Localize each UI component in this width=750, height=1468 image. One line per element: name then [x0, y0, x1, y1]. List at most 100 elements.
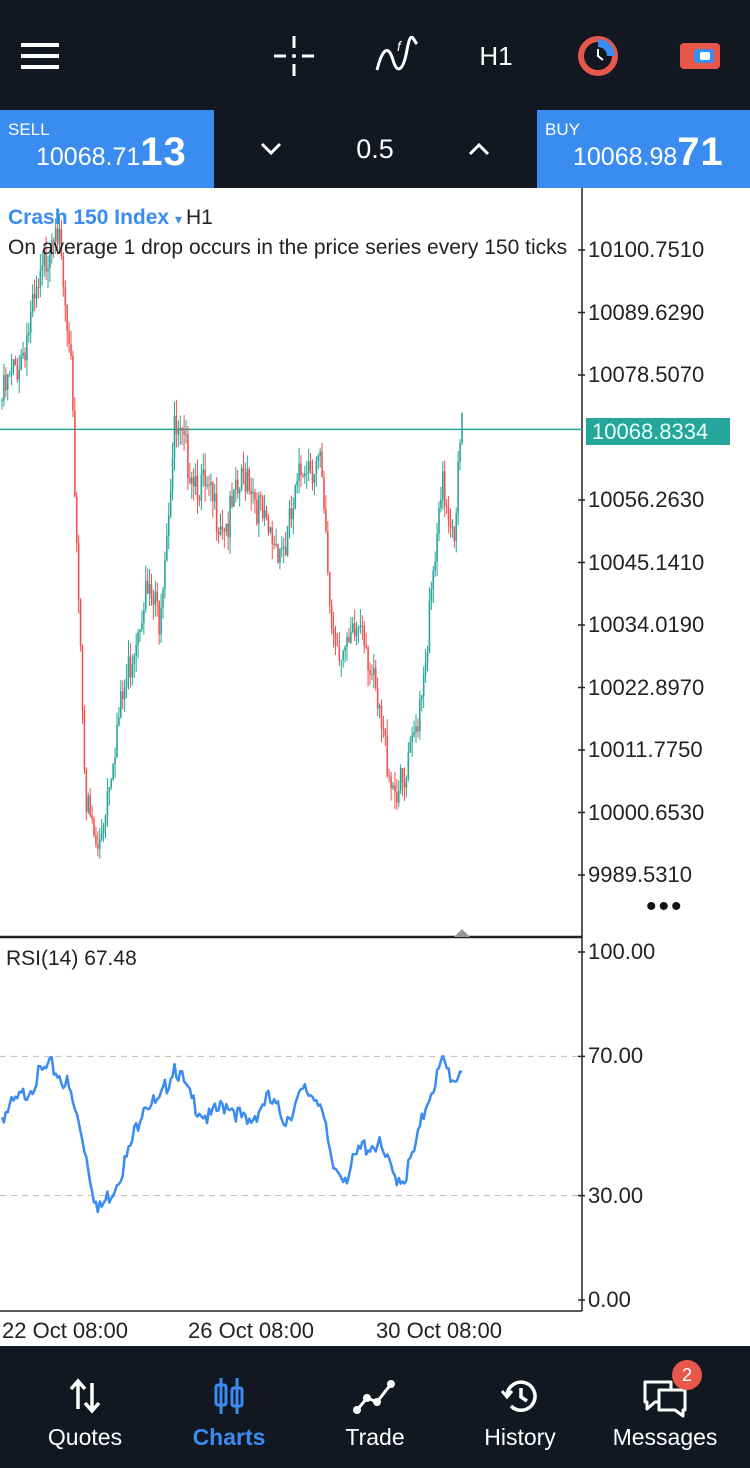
buy-price-main: 10068.98: [573, 143, 678, 171]
candle-body: [85, 769, 88, 812]
candle-body: [212, 482, 214, 502]
candle-body: [317, 456, 320, 461]
symbol-header: Crash 150 Index ▾ H1: [8, 206, 213, 230]
candle-body: [424, 662, 427, 675]
candle-body: [18, 370, 21, 380]
symbol-selector[interactable]: Crash 150 Index ▾: [8, 206, 182, 229]
candle-body: [102, 825, 105, 834]
candle-body: [409, 742, 412, 753]
candle-body: [256, 499, 258, 524]
candle-body: [281, 547, 283, 550]
candle-body: [367, 647, 369, 671]
candle-body: [183, 430, 185, 435]
nav-charts[interactable]: Charts: [154, 1346, 304, 1468]
candle-body: [390, 776, 392, 789]
candle-body: [177, 429, 180, 435]
nav-quotes[interactable]: Quotes: [10, 1346, 160, 1468]
candle-body: [120, 691, 122, 718]
candle-body: [158, 601, 160, 635]
candle-body: [451, 527, 454, 529]
candle-body: [12, 359, 15, 368]
candle-body: [148, 584, 151, 594]
candle-body: [344, 646, 346, 651]
candle-body: [79, 600, 82, 647]
candle-body: [233, 489, 235, 507]
hamburger-menu-icon[interactable]: [16, 28, 64, 84]
trade-line-icon: [300, 1376, 450, 1416]
candle-body: [434, 561, 436, 571]
candle-body: [371, 674, 373, 676]
candle-body: [164, 560, 166, 590]
candle-body: [31, 294, 34, 312]
candle-body: [459, 443, 461, 463]
candle-body: [204, 469, 206, 486]
candle-body: [304, 473, 306, 477]
sell-button[interactable]: SELL 10068.7113: [0, 110, 214, 188]
candle-body: [68, 331, 70, 344]
price-axis-label: 10022.8970: [588, 674, 705, 700]
candle-body: [127, 656, 130, 679]
svg-text:f: f: [397, 38, 403, 54]
candle-body: [369, 670, 371, 675]
candle-body: [254, 492, 256, 500]
pane-resize-handle: [454, 929, 470, 937]
candle-body: [89, 795, 91, 816]
volume-increase-chevron-up-icon[interactable]: [454, 124, 504, 174]
timeframe-button[interactable]: H1: [468, 28, 524, 84]
candle-body: [290, 508, 293, 520]
indicators-icon[interactable]: f: [368, 28, 424, 84]
top-toolbar: f H1: [0, 0, 750, 110]
candle-body: [175, 415, 178, 435]
candle-body: [413, 732, 415, 736]
candle-body: [135, 644, 137, 656]
volume-decrease-chevron-down-icon[interactable]: [246, 124, 296, 174]
candle-body: [181, 428, 183, 431]
rsi-axis-label: 0.00: [588, 1287, 631, 1312]
candle-body: [300, 463, 302, 476]
candle-body: [72, 355, 74, 411]
candle-body: [397, 790, 400, 803]
candle-body: [273, 543, 275, 545]
candle-body: [279, 549, 281, 563]
candle-body: [342, 650, 344, 660]
new-order-icon[interactable]: [674, 28, 726, 84]
candle-body: [77, 543, 80, 601]
candle-body: [167, 515, 170, 536]
candle-body: [302, 475, 304, 477]
candle-body: [363, 626, 366, 646]
nav-trade[interactable]: Trade: [300, 1346, 450, 1468]
candle-body: [259, 495, 262, 497]
candle-body: [10, 367, 13, 374]
candle-body: [3, 375, 5, 401]
candle-body: [221, 526, 224, 530]
crosshair-icon[interactable]: [268, 28, 320, 84]
candle-body: [428, 601, 431, 653]
candle-body: [121, 691, 124, 700]
candle-body: [346, 636, 348, 647]
candle-body: [37, 286, 40, 288]
nav-history-label: History: [484, 1424, 556, 1450]
volume-input[interactable]: 0.5: [330, 130, 420, 168]
candle-body: [206, 484, 208, 486]
buy-button[interactable]: BUY 10068.9871: [537, 110, 750, 188]
candle-body: [265, 510, 268, 517]
candle-body: [325, 508, 327, 532]
nav-messages[interactable]: 2 Messages: [590, 1346, 740, 1468]
candle-body: [392, 785, 394, 789]
nav-quotes-label: Quotes: [47, 1424, 123, 1450]
candle-body: [442, 471, 444, 500]
candle-body: [5, 375, 7, 391]
candle-body: [401, 768, 404, 783]
candle-body: [1, 400, 3, 402]
price-axis-label: 10078.5070: [588, 362, 705, 387]
candle-body: [152, 598, 155, 605]
candle-body: [62, 256, 65, 288]
candle-body: [131, 664, 134, 678]
candle-body: [229, 495, 231, 538]
nav-history[interactable]: History: [445, 1346, 595, 1468]
one-click-trading-icon[interactable]: [572, 28, 624, 84]
candle-body: [415, 726, 417, 733]
more-options-icon[interactable]: •••: [646, 890, 684, 924]
trade-panel: SELL 10068.7113 0.5 BUY 10068.9871: [0, 110, 750, 188]
candle-body: [453, 527, 456, 542]
